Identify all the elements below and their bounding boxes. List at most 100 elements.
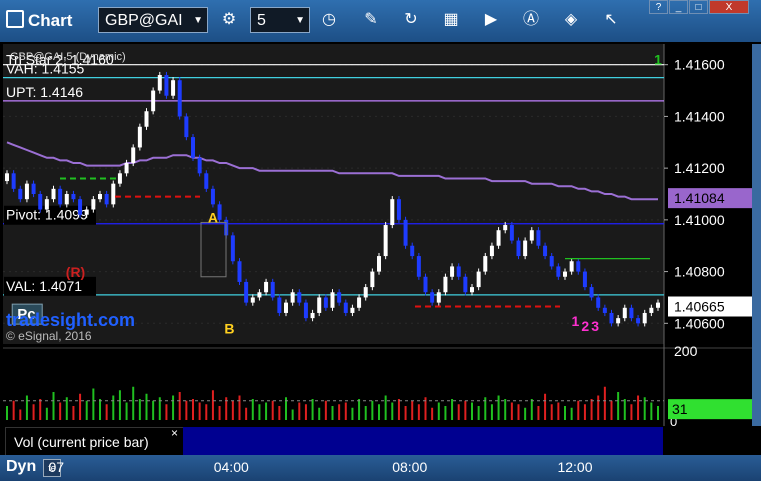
candle-body (270, 281, 275, 298)
candle-body (616, 318, 621, 324)
annotation-label: 2 (581, 318, 589, 334)
volume-badge: 31 (672, 401, 688, 417)
candle-body (622, 307, 627, 319)
close-icon[interactable]: × (171, 426, 178, 440)
candle-body (576, 261, 581, 272)
candle-body (24, 183, 29, 200)
annotation-label: 3 (591, 318, 599, 334)
x-tick: 07 (48, 459, 65, 475)
candle-body (244, 281, 249, 303)
annotation-label: 1 (571, 313, 579, 329)
candle-body (337, 292, 342, 303)
candle-body (569, 261, 574, 272)
candle-body (111, 183, 116, 205)
candle-body (582, 271, 587, 288)
candle-body (642, 312, 647, 324)
candle-body (64, 194, 69, 205)
volume-label: Vol (current price bar) (14, 434, 149, 450)
y-tick-label: 1.41400 (674, 108, 725, 124)
candle-body (237, 261, 242, 282)
candle-body (78, 199, 83, 215)
candle-body (144, 111, 149, 127)
candle-body (483, 256, 488, 272)
y-tick-label: 1.41600 (674, 57, 725, 73)
candle-body (303, 302, 308, 319)
candle-body (204, 173, 209, 189)
candle-body (656, 302, 660, 308)
annotation-label: A (208, 209, 218, 225)
candle-body (131, 147, 136, 163)
candle-body (157, 75, 162, 91)
candle-body (343, 302, 348, 313)
candle-body (463, 276, 468, 293)
candle-body (416, 256, 421, 277)
candle-body (197, 157, 202, 174)
level-label: VAH: 1.4155 (6, 61, 85, 77)
candle-body (543, 245, 548, 257)
candle-body (456, 266, 461, 277)
candle-body (257, 292, 262, 298)
y-tick-label: 1.40600 (674, 315, 725, 331)
candle-body (363, 287, 368, 298)
candle-body (476, 271, 481, 288)
subtitle-text: © eSignal, 2016 (6, 329, 92, 343)
candle-body (423, 276, 428, 293)
candle-body (330, 292, 335, 308)
candle-body (403, 219, 408, 246)
candle-body (58, 188, 63, 205)
candle-body (124, 162, 129, 174)
candle-body (636, 318, 641, 324)
y-tick-label: 1.41200 (674, 160, 725, 176)
candle-body (171, 80, 176, 96)
candle-body (84, 209, 89, 215)
candle-body (290, 292, 295, 303)
candle-body (117, 173, 122, 184)
candle-body (410, 245, 415, 257)
candle-body (184, 116, 189, 138)
candle-body (284, 302, 288, 313)
candle-body (383, 225, 388, 257)
candle-body (609, 312, 614, 324)
x-tick: 08:00 (392, 459, 428, 475)
volume-panel-bar (183, 427, 663, 455)
candle-body (11, 173, 16, 189)
candle-body (38, 194, 43, 210)
candle-body (297, 292, 302, 303)
candle-body (71, 194, 76, 200)
candle-body (377, 256, 381, 272)
ma-price-badge: 1.41084 (674, 190, 725, 206)
candle-body (589, 287, 594, 298)
candle-body (563, 271, 567, 277)
price-chart[interactable]: 1.40600 1.40800 1.41000 1.41200 1.41400 1.416… (0, 0, 761, 481)
candle-body (396, 199, 401, 220)
candle-body (191, 137, 195, 158)
candle-body (230, 235, 235, 262)
legend-text: GBP@GAI,5 (Dynamic) (10, 51, 126, 63)
candle-body (104, 194, 109, 205)
candle-body (264, 281, 269, 293)
candle-body (649, 307, 654, 313)
candle-body (51, 188, 56, 200)
candle-body (250, 297, 255, 303)
watermark: tradesight.com (6, 310, 135, 330)
candle-body (350, 307, 355, 313)
candle-body (164, 75, 169, 96)
candle-body (370, 271, 375, 288)
volume-axis-top-label: 200 (674, 343, 698, 359)
candle-body (470, 287, 474, 293)
candle-body (151, 90, 156, 112)
candle-body (489, 245, 494, 257)
status-bar: Dyn fe 07 04:00 08:00 12:00 (0, 455, 761, 481)
candle-body (217, 204, 222, 220)
candle-body (5, 173, 9, 182)
candle-body (496, 230, 501, 246)
candle-body (430, 292, 435, 303)
candle-body (357, 297, 362, 308)
scrollbar (752, 44, 761, 426)
level-label: UPT: 1.4146 (6, 84, 83, 100)
candle-body (523, 240, 528, 257)
candle-body (137, 126, 142, 148)
annotation-label: B (224, 321, 234, 337)
candle-body (529, 230, 534, 241)
candle-body (549, 256, 554, 267)
